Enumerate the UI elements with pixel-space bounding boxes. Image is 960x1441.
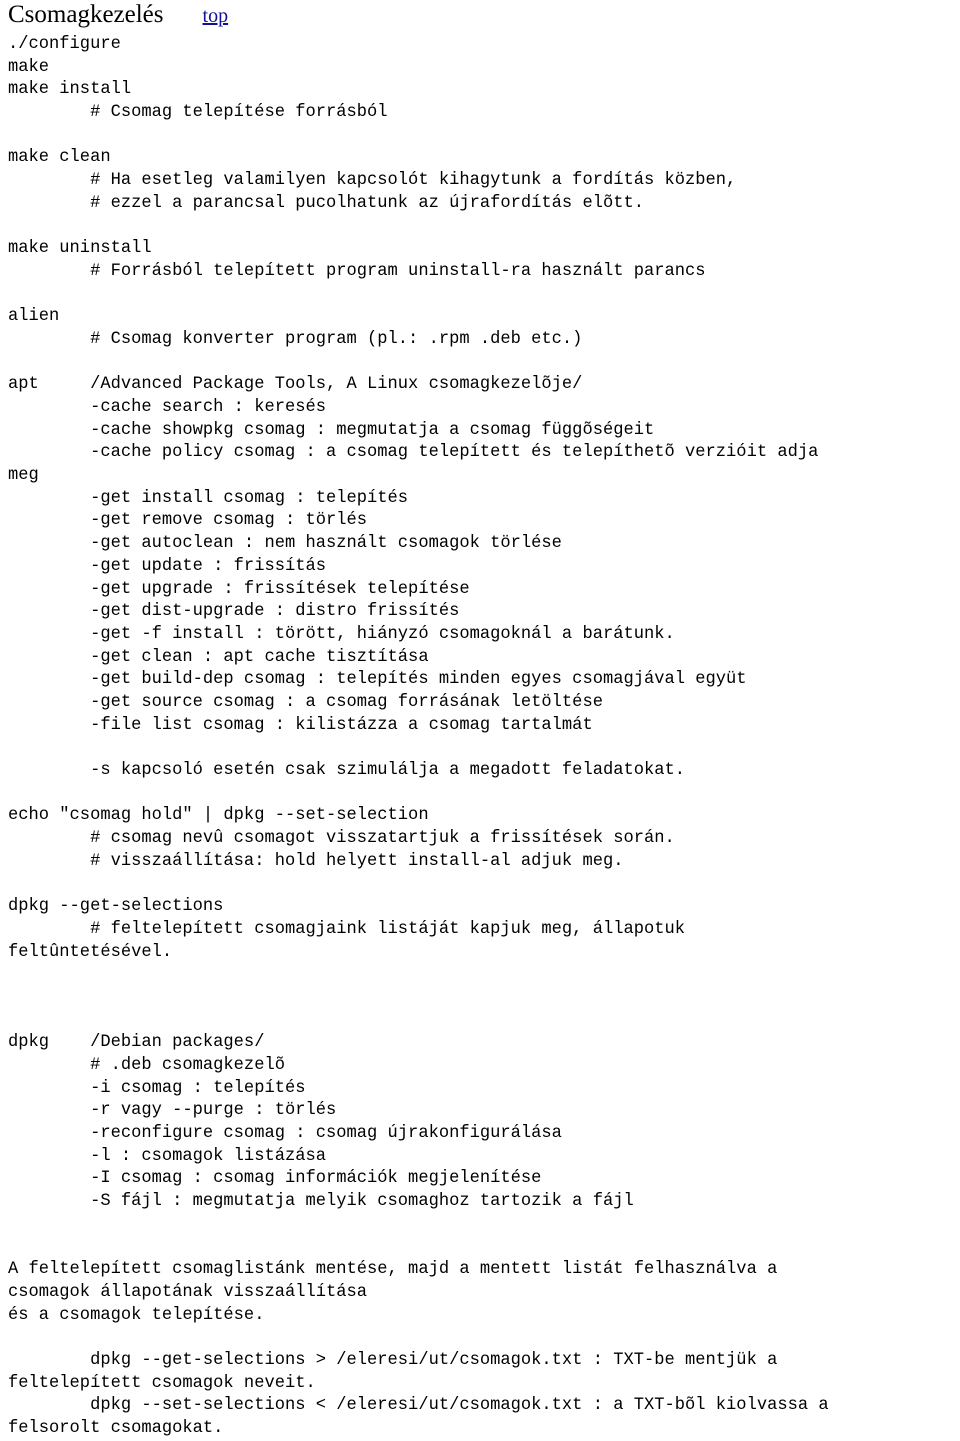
code-line: -cache policy csomag : a csomag telepíte… xyxy=(8,443,819,463)
code-line: make clean xyxy=(8,148,111,168)
code-line: -r vagy --purge : törlés xyxy=(8,1101,337,1121)
code-line: dpkg /Debian packages/ xyxy=(8,1033,265,1053)
code-line: # Forrásból telepített program uninstall… xyxy=(8,261,706,281)
top-anchor-link[interactable]: top xyxy=(203,1,229,31)
code-line: és a csomagok telepítése. xyxy=(8,1305,265,1325)
code-line: # Ha esetleg valamilyen kapcsolót kihagy… xyxy=(8,171,737,191)
code-line: -get -f install : törött, hiányzó csomag… xyxy=(8,624,675,644)
code-line: csomagok állapotának visszaállítása xyxy=(8,1282,368,1302)
code-line: echo "csomag hold" | dpkg --set-selectio… xyxy=(8,806,429,826)
code-line: -get update : frissítás xyxy=(8,556,326,576)
code-line: -file list csomag : kilistázza a csomag … xyxy=(8,715,593,735)
code-line: -get source csomag : a csomag forrásának… xyxy=(8,692,603,712)
document-header: Csomagkezelés top xyxy=(8,0,948,36)
page-title: Csomagkezelés xyxy=(8,1,164,28)
code-line: # visszaállítása: hold helyett install-a… xyxy=(8,851,624,871)
code-line: -S fájl : megmutatja melyik csomaghoz ta… xyxy=(8,1192,634,1212)
code-line: dpkg --get-selections xyxy=(8,897,224,917)
code-listing: ./configure make make install # Csomag tel… xyxy=(8,34,956,1441)
code-line: -cache search : keresés xyxy=(8,398,326,417)
code-line: -s kapcsoló esetén csak szimulálja a meg… xyxy=(8,761,686,780)
code-line: # csomag nevû csomagot visszatartjuk a f… xyxy=(8,829,675,849)
code-line: -get clean : apt cache tisztítása xyxy=(8,647,429,667)
code-line: -I csomag : csomag információk megjelení… xyxy=(8,1169,542,1189)
code-line: meg xyxy=(8,466,39,486)
code-line: # Csomag telepítése forrásból xyxy=(8,103,388,123)
code-line: -get dist-upgrade : distro frissítés xyxy=(8,602,460,622)
code-line: ./configure xyxy=(8,35,121,54)
code-line: -i csomag : telepítés xyxy=(8,1078,306,1098)
code-line: felsorolt csomagokat. xyxy=(8,1418,224,1438)
code-line: -get build-dep csomag : telepítés minden… xyxy=(8,670,747,690)
code-line: # Csomag konverter program (pl.: .rpm .d… xyxy=(8,329,583,349)
code-line: -l : csomagok listázása xyxy=(8,1146,326,1166)
code-line: # .deb csomagkezelõ xyxy=(8,1055,285,1075)
code-line: -get autoclean : nem használt csomagok t… xyxy=(8,534,562,554)
code-line: make xyxy=(8,57,50,77)
code-line: feltelepített csomagok neveit. xyxy=(8,1373,316,1393)
code-line: -get upgrade : frissítések telepítése xyxy=(8,579,470,599)
code-line: make install xyxy=(8,80,132,100)
code-line: alien xyxy=(8,307,60,327)
code-line: feltûntetésével. xyxy=(8,942,173,962)
code-line: -cache showpkg csomag : megmutatja a cso… xyxy=(8,420,655,440)
code-line: -get install csomag : telepítés xyxy=(8,488,409,508)
code-line: A feltelepített csomaglistánk mentése, m… xyxy=(8,1260,778,1280)
code-line: dpkg --get-selections > /eleresi/ut/csom… xyxy=(8,1350,778,1370)
code-line: make uninstall xyxy=(8,239,152,259)
document-page: Csomagkezelés top ./configure make make in… xyxy=(0,0,960,1438)
code-line: apt /Advanced Package Tools, A Linux cso… xyxy=(8,375,583,395)
code-line: dpkg --set-selections < /eleresi/ut/csom… xyxy=(8,1396,829,1416)
code-line: -get remove csomag : törlés xyxy=(8,511,368,531)
code-line: # feltelepített csomagjaink listáját kap… xyxy=(8,919,686,939)
code-line: # ezzel a parancsal pucolhatunk az újraf… xyxy=(8,193,644,213)
code-line: -reconfigure csomag : csomag újrakonfigu… xyxy=(8,1124,562,1143)
